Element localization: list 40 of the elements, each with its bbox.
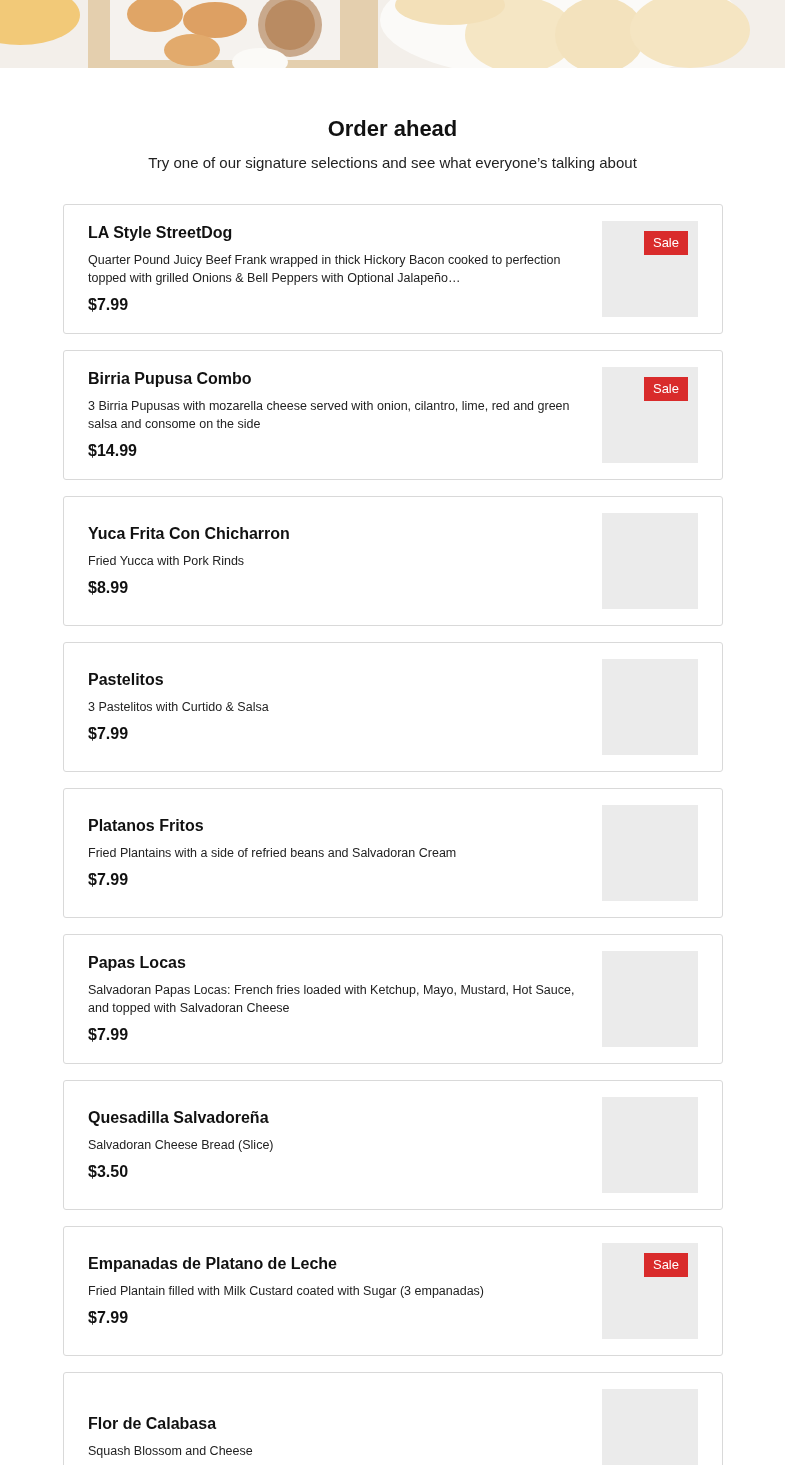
item-description: Salvadoran Papas Locas: French fries loaded with Ketchup, Mayo, Mustard, Hot Sauce, and topped with Salvadoran Cheese bbox=[88, 982, 576, 1017]
item-name: Empanadas de Platano de Leche bbox=[88, 1254, 338, 1274]
item-name: Quesadilla Salvadoreña bbox=[88, 1108, 270, 1128]
menu-item-card[interactable]: Platanos Fritos Fried Plantains with a side of refried beans and Salvadoran Cream $7.99 bbox=[63, 788, 723, 918]
sale-badge: Sale bbox=[643, 377, 688, 401]
item-description: Salvadoran Cheese Bread (Slice) bbox=[88, 1137, 275, 1154]
item-name: Birria Pupusa Combo bbox=[88, 369, 253, 389]
item-price: $7.99 bbox=[88, 295, 130, 315]
item-description: Fried Plantains with a side of refried beans and Salvadoran Cream bbox=[88, 845, 458, 862]
menu-item-card[interactable]: Empanadas de Platano de Leche Fried Plantain filled with Milk Custard coated with Sugar (3 empanadas) $7.99 Sale bbox=[63, 1226, 723, 1356]
item-price: $7.99 bbox=[88, 1025, 130, 1045]
menu-item-card[interactable]: Quesadilla Salvadoreña Salvadoran Cheese Bread (Slice) $3.50 bbox=[63, 1080, 723, 1210]
sale-badge: Sale bbox=[643, 1253, 688, 1277]
section-subheading: Try one of our signature selections and see what everyone’s talking about bbox=[148, 154, 637, 172]
menu-item-card[interactable]: LA Style StreetDog Quarter Pound Juicy Beef Frank wrapped in thick Hickory Bacon cooked to perfection topped with grilled Onions & Bell Peppers with Optional Jalapeño… $7.99 Sale bbox=[63, 204, 723, 334]
item-name: LA Style StreetDog bbox=[88, 223, 234, 243]
menu-item-card[interactable]: Birria Pupusa Combo 3 Birria Pupusas with mozarella cheese served with onion, cilantro, lime, red and green salsa and consome on the side $14.99 Sale bbox=[63, 350, 723, 480]
item-price: $8.99 bbox=[88, 578, 130, 598]
item-price: $14.99 bbox=[88, 441, 138, 461]
item-description: Quarter Pound Juicy Beef Frank wrapped in thick Hickory Bacon cooked to perfection topped with grilled Onions & Bell Peppers with Optional Jalapeño… bbox=[88, 252, 562, 287]
item-name: Platanos Fritos bbox=[88, 816, 205, 836]
sale-badge: Sale bbox=[643, 231, 688, 255]
item-name: Flor de Calabasa bbox=[88, 1414, 218, 1434]
item-price: $3.50 bbox=[88, 1162, 130, 1182]
item-price: $7.99 bbox=[88, 870, 130, 890]
item-price: $7.99 bbox=[88, 724, 130, 744]
item-name: Yuca Frita Con Chicharron bbox=[88, 524, 291, 544]
item-price: $7.99 bbox=[88, 1308, 130, 1328]
menu-item-card[interactable]: Pastelitos 3 Pastelitos with Curtido & Salsa $7.99 bbox=[63, 642, 723, 772]
item-name: Papas Locas bbox=[88, 953, 187, 973]
item-name: Pastelitos bbox=[88, 670, 165, 690]
item-description: Fried Plantain filled with Milk Custard coated with Sugar (3 empanadas) bbox=[88, 1283, 486, 1300]
menu-item-card[interactable]: Flor de Calabasa Squash Blossom and Cheese bbox=[63, 1372, 723, 1465]
menu-item-card[interactable]: Yuca Frita Con Chicharron Fried Yucca with Pork Rinds $8.99 bbox=[63, 496, 723, 626]
menu-item-card[interactable]: Papas Locas Salvadoran Papas Locas: French fries loaded with Ketchup, Mayo, Mustard, Hot Sauce, and topped with Salvadoran Cheese $7.99 bbox=[63, 934, 723, 1064]
item-description: Fried Yucca with Pork Rinds bbox=[88, 553, 246, 570]
item-description: 3 Pastelitos with Curtido & Salsa bbox=[88, 699, 270, 716]
item-description: 3 Birria Pupusas with mozarella cheese served with onion, cilantro, lime, red and green salsa and consome on the side bbox=[88, 398, 571, 433]
section-heading: Order ahead bbox=[327, 115, 458, 143]
item-description: Squash Blossom and Cheese bbox=[88, 1443, 254, 1460]
